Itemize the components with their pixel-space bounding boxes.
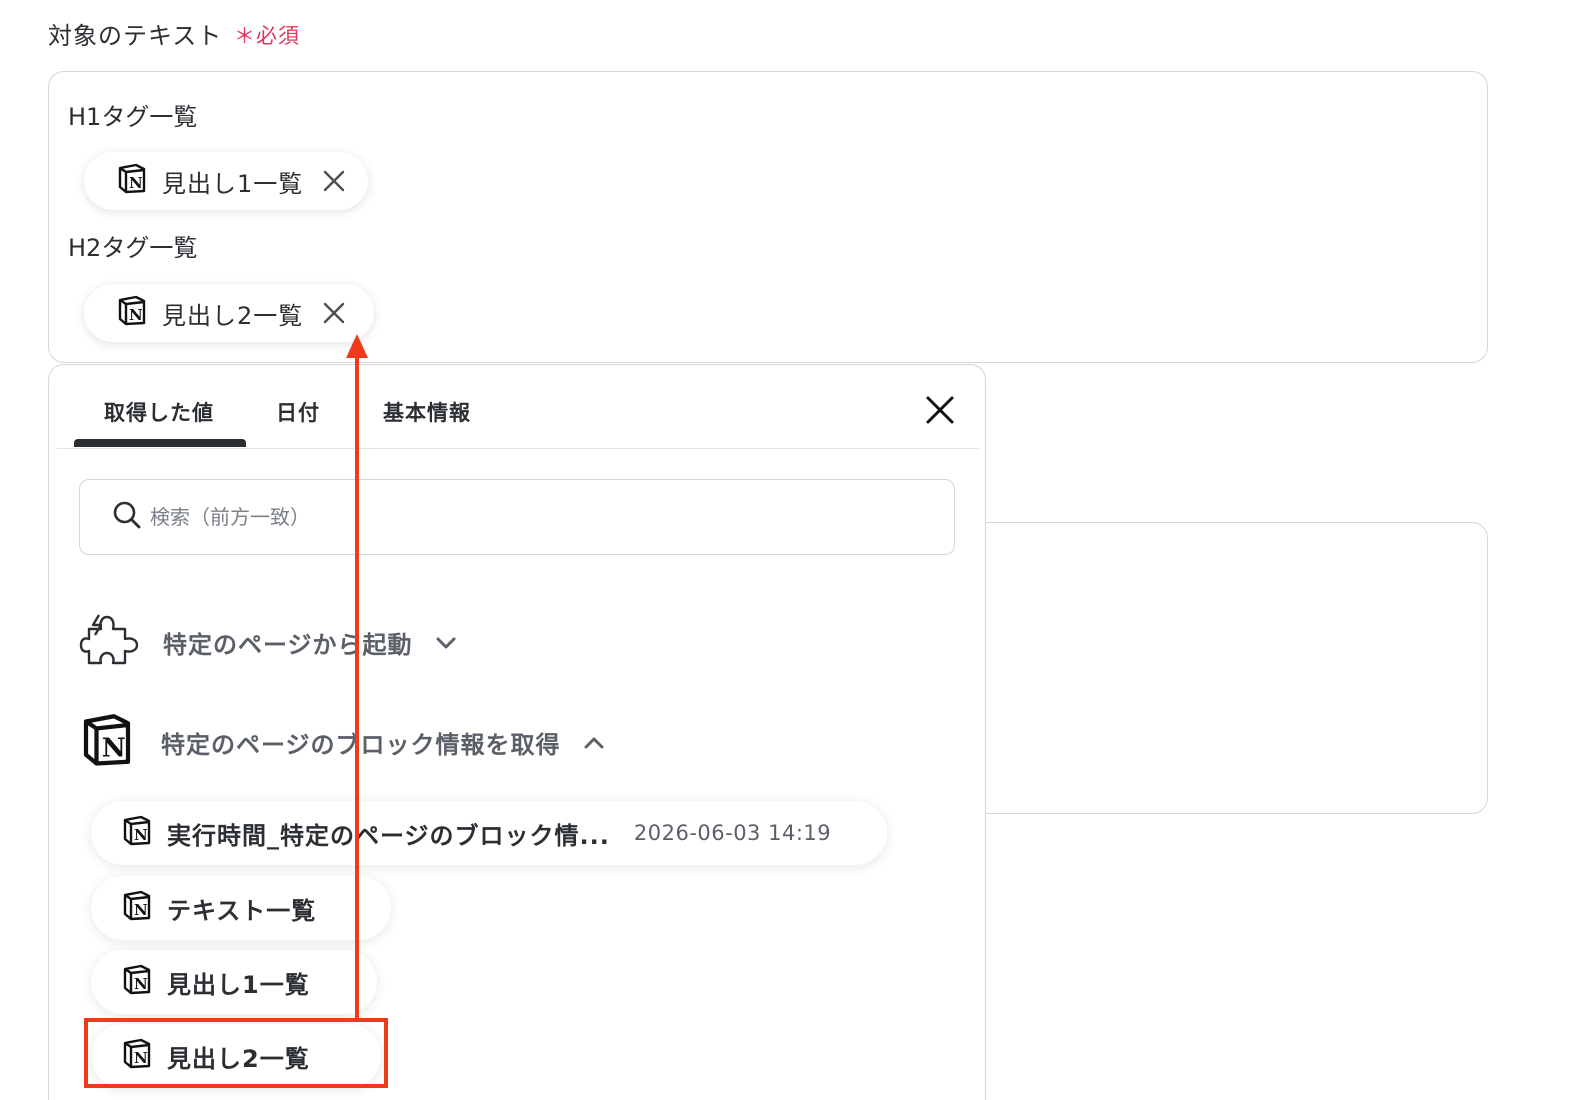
chip-h1-list[interactable]: N 見出し1一覧 xyxy=(84,152,368,210)
tab-date[interactable]: 日付 xyxy=(276,397,320,427)
chip-label: 見出し1一覧 xyxy=(162,169,304,198)
h2-line-label: H2タグ一覧 xyxy=(68,234,198,262)
remove-chip-icon[interactable] xyxy=(321,168,347,194)
notion-icon: N xyxy=(116,162,148,200)
required-badge: ＊必須 xyxy=(234,24,300,48)
section-title: 特定のページのブロック情報を取得 xyxy=(161,730,561,759)
svg-text:N: N xyxy=(134,901,148,919)
section-trigger-page[interactable]: 特定のページから起動 xyxy=(79,611,457,673)
svg-text:N: N xyxy=(102,733,128,764)
notion-icon: N xyxy=(79,711,135,773)
item-date: 2026-06-03 14:19 xyxy=(633,821,832,845)
item-label: テキスト一覧 xyxy=(167,896,317,925)
list-item[interactable]: N 見出し1一覧 xyxy=(91,950,377,1014)
field-label: 対象のテキスト xyxy=(48,22,223,50)
tab-acquired-values[interactable]: 取得した値 xyxy=(104,397,214,427)
item-label: 実行時間_特定のページのブロック情... xyxy=(167,821,610,850)
tab-basic-info[interactable]: 基本情報 xyxy=(383,397,471,427)
annotation-highlight-box xyxy=(84,1018,388,1088)
chevron-down-icon[interactable] xyxy=(435,628,457,656)
search-field[interactable] xyxy=(79,479,955,555)
notion-icon: N xyxy=(121,963,153,1001)
close-icon[interactable] xyxy=(923,393,957,427)
value-picker-panel: 取得した値 日付 基本情報 特定のページから起動 N 特定のページのブロック情報… xyxy=(48,364,986,1100)
h1-line-label: H1タグ一覧 xyxy=(68,103,198,131)
tab-bar: 取得した値 日付 基本情報 xyxy=(57,365,979,449)
search-input[interactable] xyxy=(150,505,850,529)
list-item[interactable]: N 実行時間_特定のページのブロック情... 2026-06-03 14:19 xyxy=(91,801,887,865)
section-title: 特定のページから起動 xyxy=(163,630,413,659)
active-tab-indicator xyxy=(74,439,246,447)
notion-icon: N xyxy=(121,814,153,852)
svg-text:N: N xyxy=(129,174,143,192)
svg-text:N: N xyxy=(134,975,148,993)
notion-icon: N xyxy=(116,294,148,332)
svg-text:N: N xyxy=(134,826,148,844)
search-icon xyxy=(112,500,142,534)
list-item[interactable]: N テキスト一覧 xyxy=(91,876,391,940)
section-notion-block[interactable]: N 特定のページのブロック情報を取得 xyxy=(79,711,605,773)
item-label: 見出し1一覧 xyxy=(167,970,310,999)
puzzle-icon xyxy=(79,611,139,673)
chip-label: 見出し2一覧 xyxy=(162,301,304,330)
notion-icon: N xyxy=(121,889,153,927)
svg-text:N: N xyxy=(129,306,143,324)
chip-h2-list[interactable]: N 見出し2一覧 xyxy=(84,284,374,342)
chevron-up-icon[interactable] xyxy=(583,728,605,756)
remove-chip-icon[interactable] xyxy=(321,300,347,326)
